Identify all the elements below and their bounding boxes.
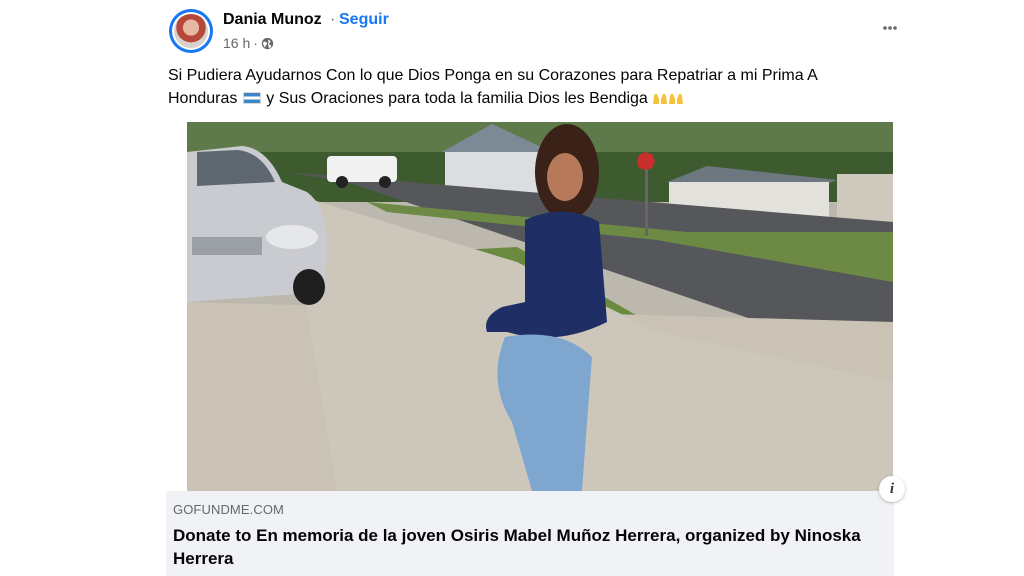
post-photo[interactable] [187, 122, 893, 491]
avatar-image [172, 12, 210, 50]
praising-hands-icon [669, 93, 684, 104]
link-preview-card[interactable]: GOFUNDME.COM Donate to En memoria de la … [166, 491, 894, 576]
globe-icon [261, 37, 274, 49]
more-options-icon[interactable] [880, 18, 900, 38]
praising-hands-icon [653, 93, 668, 104]
link-title[interactable]: Donate to En memoria de la joven Osiris … [173, 524, 873, 570]
link-domain: GOFUNDME.COM [173, 502, 284, 517]
post-text: Si Pudiera Ayudarnos Con lo que Dios Pon… [168, 64, 868, 110]
meta-separator: · [253, 35, 258, 51]
info-icon[interactable]: i [879, 476, 905, 502]
post-text-part2: y Sus Oraciones para toda la familia Dio… [266, 90, 648, 107]
author-avatar[interactable] [169, 9, 213, 53]
follow-button[interactable]: Seguir [339, 11, 389, 29]
post-timestamp[interactable]: 16 h [223, 35, 250, 51]
honduras-flag-icon [242, 92, 261, 104]
name-separator: · [330, 11, 336, 28]
post-meta: 16 h · [223, 35, 274, 51]
photo-illustration [187, 122, 893, 491]
author-name[interactable]: Dania Munoz [223, 11, 322, 29]
